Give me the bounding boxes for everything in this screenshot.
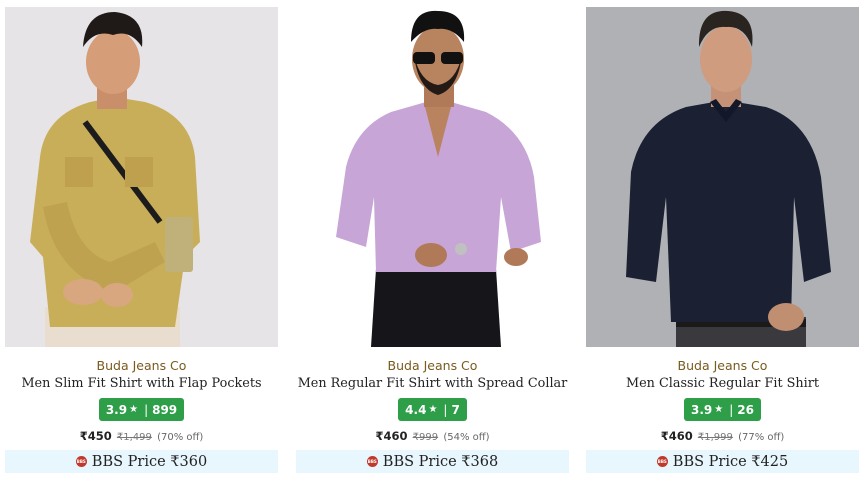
price-row: ₹460 ₹999 (54% off) [296, 429, 569, 443]
product-title[interactable]: Men Slim Fit Shirt with Flap Pockets [5, 376, 278, 391]
bbs-price-banner[interactable]: BBS BBS Price ₹368 [296, 450, 569, 473]
rating-badge: 3.9 ★ | 899 [98, 398, 185, 421]
product-grid: Buda Jeans Co Men Slim Fit Shirt with Fl… [5, 7, 862, 477]
brand-name[interactable]: Buda Jeans Co [5, 358, 278, 373]
bbs-price-label: BBS Price ₹368 [382, 453, 499, 470]
star-icon: ★ [129, 404, 139, 415]
product-card[interactable]: Buda Jeans Co Men Regular Fit Shirt with… [296, 7, 569, 477]
rating-badge: 3.9 ★ | 26 [684, 398, 761, 421]
product-image[interactable] [586, 7, 859, 347]
rating-separator: | [443, 402, 448, 417]
product-title[interactable]: Men Regular Fit Shirt with Spread Collar [296, 376, 569, 391]
bbs-badge-icon: BBS [656, 456, 668, 467]
brand-name[interactable]: Buda Jeans Co [586, 358, 859, 373]
review-count: 7 [451, 402, 460, 417]
price-row: ₹450 ₹1,499 (70% off) [5, 429, 278, 443]
selling-price: ₹460 [375, 429, 408, 443]
selling-price: ₹450 [79, 429, 112, 443]
rating-value: 3.9 [691, 402, 713, 417]
discount-percent: (70% off) [157, 432, 204, 443]
bbs-price-label: BBS Price ₹425 [672, 453, 789, 470]
rating-badge: 4.4 ★ | 7 [398, 398, 467, 421]
mrp-price: ₹1,499 [116, 432, 152, 443]
rating-row: 3.9 ★ | 26 [586, 398, 859, 421]
selling-price: ₹460 [660, 429, 693, 443]
rating-value: 3.9 [105, 402, 128, 417]
mrp-price: ₹1,999 [697, 432, 733, 443]
star-icon: ★ [714, 404, 724, 415]
review-count: 899 [152, 402, 178, 417]
bbs-price-label: BBS Price ₹360 [91, 453, 208, 470]
rating-row: 3.9 ★ | 899 [5, 398, 278, 421]
brand-name[interactable]: Buda Jeans Co [296, 358, 569, 373]
bbs-price-banner[interactable]: BBS BBS Price ₹425 [586, 450, 859, 473]
rating-separator: | [144, 402, 149, 417]
star-icon: ★ [428, 404, 438, 415]
product-image[interactable] [296, 7, 569, 347]
price-row: ₹460 ₹1,999 (77% off) [586, 429, 859, 443]
discount-percent: (77% off) [738, 432, 785, 443]
bbs-badge-icon: BBS [366, 456, 378, 467]
product-card[interactable]: Buda Jeans Co Men Slim Fit Shirt with Fl… [5, 7, 278, 477]
bbs-price-banner[interactable]: BBS BBS Price ₹360 [5, 450, 278, 473]
rating-row: 4.4 ★ | 7 [296, 398, 569, 421]
rating-separator: | [729, 402, 734, 417]
review-count: 26 [737, 402, 754, 417]
product-title[interactable]: Men Classic Regular Fit Shirt [586, 376, 859, 391]
bbs-badge-icon: BBS [75, 456, 87, 467]
discount-percent: (54% off) [443, 432, 490, 443]
mrp-price: ₹999 [412, 432, 439, 443]
product-image[interactable] [5, 7, 278, 347]
rating-value: 4.4 [405, 402, 427, 417]
product-card[interactable]: Buda Jeans Co Men Classic Regular Fit Sh… [586, 7, 859, 477]
